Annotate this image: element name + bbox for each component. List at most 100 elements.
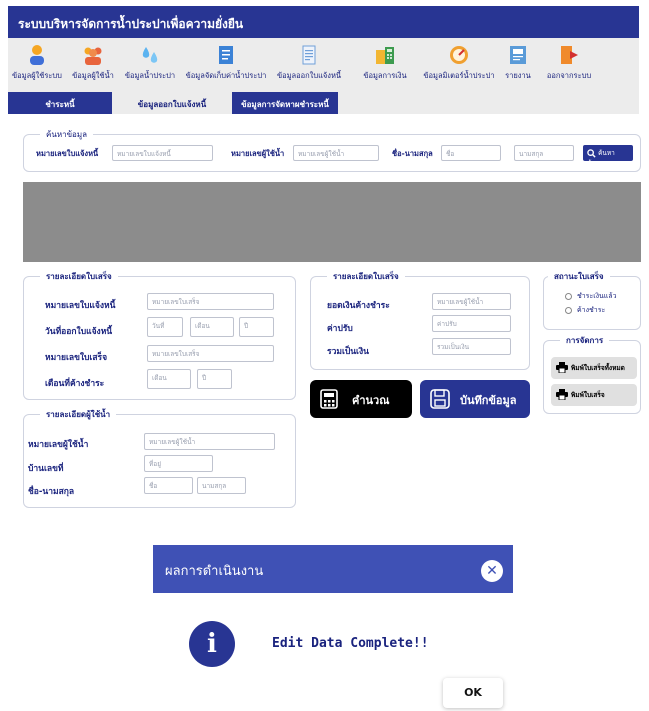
- save-label: บันทึกข้อมูล: [460, 394, 517, 407]
- tab-payment-management[interactable]: ข้อมูลการจัดหาผชำระหนี้: [232, 92, 338, 114]
- house-number-label: บ้านเลขที่: [28, 464, 64, 474]
- toolbar-finance-button[interactable]: ข้อมูลการเงิน: [352, 44, 418, 82]
- toolbar-item-label: ออกจากระบบ: [546, 71, 592, 80]
- radio-circle-icon: [565, 292, 572, 300]
- user-detail-legend: รายละเอียดผู้ใช้น้ำ: [46, 410, 111, 419]
- tab-label: ข้อมูลออกใบแจ้งหนี้: [137, 100, 207, 109]
- status-legend: สถานะใบเสร็จ: [554, 272, 604, 281]
- receipt-number-input[interactable]: หมายเลขใบเสร็จ: [147, 345, 274, 362]
- search-icon: [587, 148, 596, 158]
- receipt-left-legend: รายละเอียดใบเสร็จ: [46, 272, 112, 281]
- total-label: รวมเป็นเงิน: [327, 347, 369, 357]
- search-invoice-label: หมายเลขใบแจ้งหนี้: [36, 149, 99, 158]
- issue-day-input[interactable]: วันที่: [147, 317, 183, 337]
- logout-icon: [561, 46, 578, 64]
- search-last-name-input[interactable]: นามสกุล: [514, 145, 574, 161]
- nav-tabs: ชำระหนี้ ข้อมูลออกใบแจ้งหนี้ ข้อมูลการจั…: [8, 92, 639, 114]
- toolbar-collection-button[interactable]: ข้อมูลจัดเก็บค่าน้ำประปา: [182, 44, 270, 82]
- group-icon: [84, 47, 102, 65]
- toolbar-item-label: รายงาน: [505, 71, 531, 80]
- dialog-title: ผลการดำเนินงาน: [165, 564, 264, 579]
- toolbar-item-label: ข้อมูลน้ำประปา: [124, 71, 176, 80]
- toolbar-item-label: ข้อมูลผู้ใช้ระบบ: [12, 71, 62, 80]
- user-name-label: ชื่อ-นามสกุล: [28, 487, 75, 497]
- fine-label: ค่าปรับ: [327, 324, 353, 334]
- user-first-name-input[interactable]: ชื่อ: [144, 477, 193, 494]
- calculator-icon: [320, 389, 338, 409]
- toolbar-item-label: ข้อมูลมิเตอร์น้ำประปา: [423, 71, 495, 80]
- toolbar-report-button[interactable]: รายงาน: [500, 44, 536, 82]
- info-icon: i: [189, 621, 235, 667]
- status-paid-radio[interactable]: ชำระเงินแล้ว: [565, 291, 617, 302]
- fine-input[interactable]: ค่าปรับ: [432, 315, 511, 332]
- calculate-button[interactable]: คำนวณ: [310, 380, 412, 418]
- invoice-number-input[interactable]: หมายเลขใบเสร็จ: [147, 293, 274, 310]
- toolbar-water-button[interactable]: ข้อมูลน้ำประปา: [122, 44, 178, 82]
- search-name-label: ชื่อ-นามสกุล: [392, 149, 433, 158]
- status-unpaid-label: ค้างชำระ: [577, 306, 606, 314]
- toolbar-water-users-button[interactable]: ข้อมูลผู้ใช้น้ำ: [68, 44, 118, 82]
- print-receipt-button[interactable]: พิมพ์ใบเสร็จ: [551, 384, 637, 406]
- close-dialog-button[interactable]: ✕: [481, 560, 503, 582]
- toolbar-users-button[interactable]: ข้อมูลผู้ใช้ระบบ: [10, 44, 64, 82]
- issue-year-input[interactable]: ปี: [239, 317, 274, 337]
- print-all-label: พิมพ์ใบเสร็จทั้งหมด: [571, 364, 625, 372]
- user-last-name-input[interactable]: นามสกุล: [197, 477, 246, 494]
- toolbar-item-label: ข้อมูลการเงิน: [363, 71, 407, 80]
- print-all-receipts-button[interactable]: พิมพ์ใบเสร็จทั้งหมด: [551, 357, 637, 379]
- invoice-number-label: หมายเลขใบแจ้งหนี้: [45, 301, 116, 311]
- calculator-icon: [376, 47, 394, 64]
- close-icon: ✕: [486, 563, 498, 579]
- balance-input[interactable]: หมายเลขผู้ใช้น้ำ: [432, 293, 511, 310]
- users-icon: [30, 45, 44, 65]
- gauge-icon: [450, 46, 468, 64]
- calculate-label: คำนวณ: [352, 394, 390, 407]
- balance-label: ยอดเงินค้างชำระ: [327, 301, 390, 311]
- house-number-input[interactable]: ที่อยู่: [144, 455, 213, 472]
- overdue-year-input[interactable]: ปี: [197, 369, 232, 389]
- result-dialog-header: ผลการดำเนินงาน: [153, 545, 513, 593]
- search-first-name-input[interactable]: ชื่อ: [441, 145, 501, 161]
- issue-date-label: วันที่ออกใบแจ้งหนี้: [45, 327, 113, 337]
- search-user-label: หมายเลขผู้ใช้น้ำ: [231, 149, 285, 158]
- radio-circle-icon: [565, 306, 572, 314]
- status-unpaid-radio[interactable]: ค้างชำระ: [565, 305, 605, 316]
- print-receipt-label: พิมพ์ใบเสร็จ: [571, 391, 605, 399]
- overdue-month-label: เดือนที่ค้างชำระ: [45, 379, 105, 389]
- app-title-bar: ระบบบริหารจัดการน้ำประปาเพื่อความยั่งยืน: [8, 6, 639, 38]
- toolbar-item-label: ข้อมูลผู้ใช้น้ำ: [72, 71, 114, 80]
- report-icon: [510, 46, 526, 64]
- save-button[interactable]: บันทึกข้อมูล: [420, 380, 530, 418]
- toolbar-item-label: ข้อมูลจัดเก็บค่าน้ำประปา: [185, 71, 267, 80]
- ok-button[interactable]: OK: [443, 678, 503, 708]
- toolbar-logout-button[interactable]: ออกจากระบบ: [540, 44, 598, 82]
- toolbar-invoice-button[interactable]: ข้อมูลออกใบแจ้งหนี้: [274, 44, 344, 82]
- invoice-icon: [302, 45, 316, 65]
- overdue-month-input[interactable]: เดือน: [147, 369, 191, 389]
- search-invoice-input[interactable]: หมายเลขใบแจ้งหนี้: [112, 145, 213, 161]
- user-number-input[interactable]: หมายเลขผู้ใช้น้ำ: [144, 433, 275, 450]
- receipt-mid-legend: รายละเอียดใบเสร็จ: [333, 272, 399, 281]
- printer-icon: [556, 362, 568, 373]
- manage-legend: การจัดการ: [566, 336, 604, 345]
- total-input[interactable]: รวมเป็นเงิน: [432, 338, 511, 355]
- main-toolbar: ข้อมูลผู้ใช้ระบบ ข้อมูลผู้ใช้น้ำ ข้อมูลน…: [8, 38, 639, 92]
- app-title: ระบบบริหารจัดการน้ำประปาเพื่อความยั่งยืน: [18, 17, 244, 31]
- toolbar-item-label: ข้อมูลออกใบแจ้งหนี้: [276, 71, 342, 80]
- user-number-label: หมายเลขผู้ใช้น้ำ: [28, 440, 89, 450]
- water-drop-icon: [142, 47, 158, 63]
- tab-label: ชำระหนี้: [45, 100, 75, 109]
- status-paid-label: ชำระเงินแล้ว: [577, 292, 617, 300]
- printer-icon: [556, 389, 568, 400]
- search-legend: ค้นหาข้อมูล: [46, 130, 88, 139]
- search-button[interactable]: ค้นหาข้อมูล: [583, 145, 633, 167]
- data-table-area: [23, 182, 641, 262]
- tab-invoice[interactable]: ข้อมูลออกใบแจ้งหนี้: [112, 92, 232, 114]
- dialog-message: Edit Data Complete!!: [272, 636, 429, 651]
- document-icon: [219, 46, 233, 64]
- search-user-input[interactable]: หมายเลขผู้ใช้น้ำ: [293, 145, 379, 161]
- issue-month-input[interactable]: เดือน: [190, 317, 234, 337]
- tab-payment[interactable]: ชำระหนี้: [8, 92, 112, 114]
- toolbar-meter-button[interactable]: ข้อมูลมิเตอร์น้ำประปา: [418, 44, 500, 82]
- receipt-number-label: หมายเลขใบเสร็จ: [45, 353, 108, 363]
